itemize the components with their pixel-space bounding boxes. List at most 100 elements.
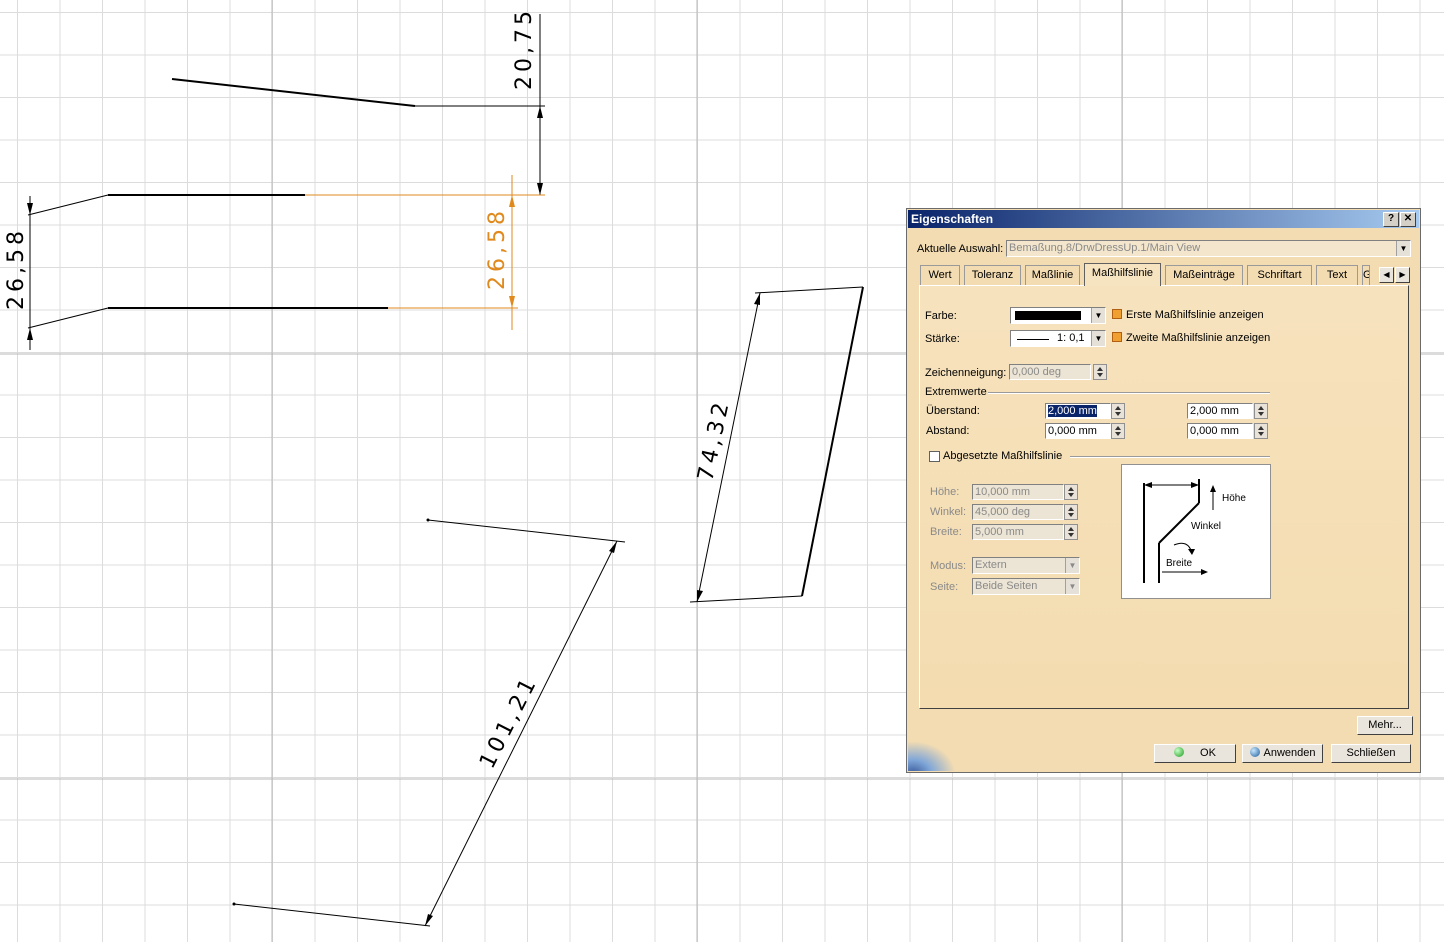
- chevron-down-icon[interactable]: ▼: [1091, 308, 1105, 323]
- mode-combo[interactable]: Extern ▼: [972, 557, 1080, 574]
- preview-winkel: Winkel: [1191, 521, 1222, 532]
- extremes-label: Extremwerte: [925, 386, 987, 398]
- tab-scroll-left-icon[interactable]: ◀: [1379, 267, 1394, 283]
- tab-panel-masshilfslinie: Farbe: ▼ Erste Maßhilfslinie anzeigen St…: [919, 285, 1409, 709]
- color-swatch: [1015, 311, 1081, 320]
- side-value: Beide Seiten: [975, 580, 1038, 592]
- geometry-line-e[interactable]: [427, 519, 626, 543]
- tab-schriftart[interactable]: Schriftart: [1247, 265, 1312, 285]
- arrow-left-a: [27, 203, 33, 215]
- close-dialog-button[interactable]: Schließen: [1331, 744, 1411, 763]
- tab-text[interactable]: Text: [1316, 265, 1358, 285]
- thickness-value: 1: 0,1: [1057, 332, 1085, 344]
- slant-field[interactable]: 0,000 deg: [1009, 364, 1091, 380]
- preview-breite: Breite: [1166, 558, 1193, 569]
- dim-text-7432[interactable]: 74,32: [693, 397, 735, 483]
- overrun-label: Überstand:: [926, 405, 980, 417]
- chevron-down-icon[interactable]: ▼: [1396, 241, 1410, 256]
- offset-label: Abgesetzte Maßhilfslinie: [943, 450, 1063, 462]
- current-selection-combo[interactable]: Bemaßung.8/DrwDressUp.1/Main View ▼: [1006, 240, 1411, 257]
- help-button[interactable]: ?: [1383, 212, 1399, 227]
- slant-label: Zeichenneigung:: [925, 367, 1007, 379]
- gap-field-1[interactable]: 0,000 mm: [1045, 423, 1111, 439]
- color-label: Farbe:: [925, 310, 957, 322]
- tab-scroll-right-icon[interactable]: ▶: [1395, 267, 1410, 283]
- tab-masseintraege[interactable]: Maßeinträge: [1165, 265, 1243, 285]
- extremes-separator: [988, 392, 1270, 394]
- width-spinner[interactable]: [1064, 524, 1078, 540]
- apply-button[interactable]: Anwenden: [1242, 744, 1323, 763]
- current-selection-label: Aktuelle Auswahl:: [917, 243, 1004, 255]
- thickness-combo[interactable]: 1: 0,1 ▼: [1010, 330, 1106, 347]
- geometry-line-top[interactable]: [171, 78, 416, 107]
- show-first-checkbox[interactable]: [1112, 309, 1122, 319]
- arrow-left-b: [27, 328, 33, 340]
- overrun-value-1: 2,000 mm: [1048, 405, 1097, 417]
- geometry-line-c[interactable]: [27, 307, 109, 329]
- ok-button-label: OK: [1200, 747, 1216, 759]
- offset-checkbox[interactable]: [929, 451, 940, 462]
- overrun-spinner-2[interactable]: [1254, 403, 1268, 419]
- arrow-orange-a: [509, 195, 515, 207]
- show-second-checkbox[interactable]: [1112, 332, 1122, 342]
- height-field[interactable]: 10,000 mm: [972, 484, 1064, 500]
- apply-icon: [1249, 747, 1260, 757]
- dialog-titlebar[interactable]: Eigenschaften ? ✕: [908, 210, 1419, 228]
- arrow-7432-a: [754, 293, 760, 305]
- show-second-label: Zweite Maßhilfslinie anzeigen: [1126, 332, 1271, 344]
- geometry-parallelogram-top[interactable]: [754, 286, 864, 294]
- geometry-parallelogram-side[interactable]: [801, 286, 864, 597]
- arrow-orange-b: [509, 296, 515, 308]
- overrun-spinner-1[interactable]: [1111, 403, 1125, 419]
- geometry-point-e: [426, 518, 430, 522]
- chevron-down-icon[interactable]: ▼: [1065, 579, 1079, 594]
- gap-spinner-2[interactable]: [1254, 423, 1268, 439]
- side-label: Seite:: [930, 581, 959, 593]
- tab-truncated[interactable]: G: [1362, 265, 1370, 285]
- tab-toleranz[interactable]: Toleranz: [964, 265, 1021, 285]
- mode-label: Modus:: [930, 560, 967, 572]
- width-field[interactable]: 5,000 mm: [972, 524, 1064, 540]
- close-icon[interactable]: ✕: [1400, 212, 1416, 227]
- dim-text-left[interactable]: 26,58: [4, 227, 29, 310]
- tab-wert[interactable]: Wert: [920, 265, 960, 285]
- offset-preview: Höhe Winkel Breite: [1121, 464, 1271, 599]
- thickness-line-sample: [1017, 339, 1049, 340]
- arrow-2075-a: [537, 106, 543, 118]
- gap-spinner-1[interactable]: [1111, 423, 1125, 439]
- ok-button[interactable]: OK: [1154, 744, 1236, 763]
- more-button[interactable]: Mehr...: [1357, 716, 1413, 735]
- chevron-down-icon[interactable]: ▼: [1091, 331, 1105, 346]
- angle-field[interactable]: 45,000 deg: [972, 504, 1064, 520]
- geometry-line-a[interactable]: [27, 194, 109, 216]
- chevron-down-icon[interactable]: ▼: [1065, 558, 1079, 573]
- arrow-2075-b: [537, 183, 543, 195]
- mode-value: Extern: [975, 559, 1007, 571]
- gap-label: Abstand:: [926, 425, 970, 437]
- apply-button-label: Anwenden: [1263, 747, 1316, 759]
- gap-field-2[interactable]: 0,000 mm: [1187, 423, 1253, 439]
- arrow-10121-a: [609, 541, 617, 553]
- arrow-7432-b: [697, 590, 703, 602]
- overrun-field-1[interactable]: 2,000 mm: [1045, 403, 1111, 419]
- show-first-label: Erste Maßhilfslinie anzeigen: [1126, 309, 1264, 321]
- height-label: Höhe:: [930, 486, 960, 498]
- preview-hoehe: Höhe: [1222, 493, 1246, 504]
- offset-separator: [1070, 456, 1270, 458]
- tab-masshilfslinie[interactable]: Maßhilfslinie: [1084, 263, 1161, 286]
- arrow-10121-b: [425, 914, 433, 926]
- overrun-field-2[interactable]: 2,000 mm: [1187, 403, 1253, 419]
- geometry-line-f[interactable]: [233, 903, 431, 927]
- geometry-point-f: [232, 902, 236, 906]
- color-combo[interactable]: ▼: [1010, 307, 1106, 324]
- angle-spinner[interactable]: [1064, 504, 1078, 520]
- side-combo[interactable]: Beide Seiten ▼: [972, 578, 1080, 595]
- current-selection-value: Bemaßung.8/DrwDressUp.1/Main View: [1009, 242, 1201, 254]
- dim-line-10121[interactable]: [424, 540, 618, 927]
- tab-masslinie[interactable]: Maßlinie: [1025, 265, 1080, 285]
- geometry-parallelogram-bottom[interactable]: [689, 595, 803, 603]
- dim-text-2075[interactable]: 20,75: [512, 7, 537, 90]
- height-spinner[interactable]: [1064, 484, 1078, 500]
- slant-spinner[interactable]: [1093, 364, 1107, 380]
- dim-text-orange[interactable]: 26,58: [485, 207, 510, 290]
